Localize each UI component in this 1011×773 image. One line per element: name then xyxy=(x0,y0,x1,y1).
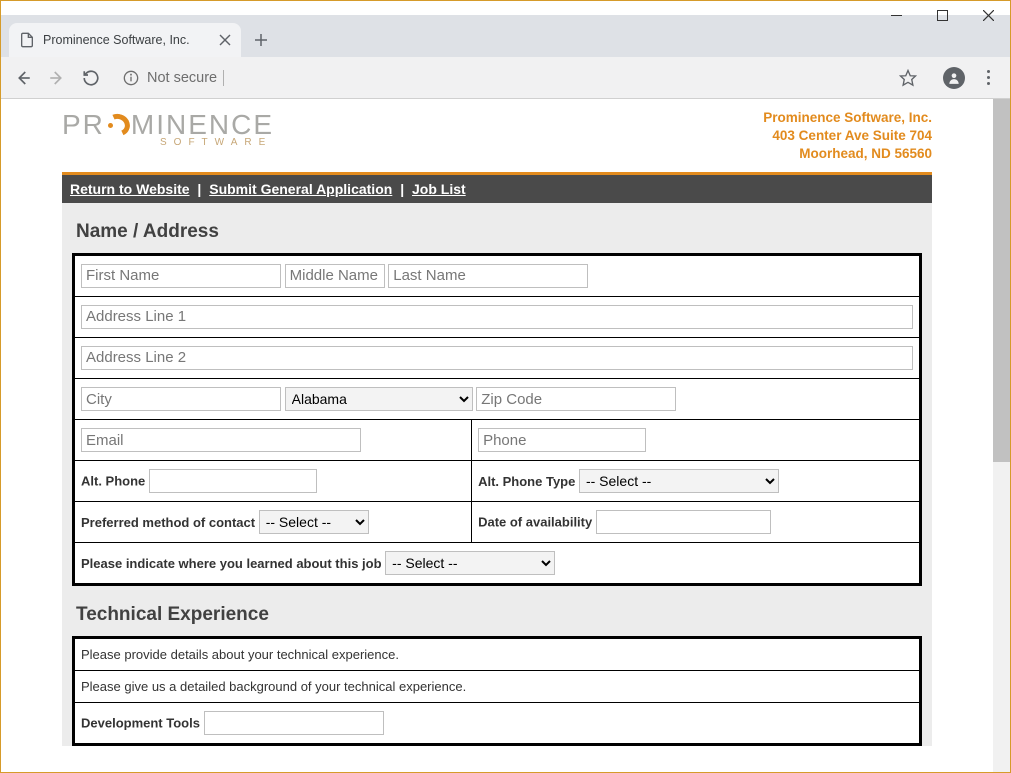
address2-input[interactable] xyxy=(81,346,913,370)
logo-subtext: SOFTWARE xyxy=(160,137,272,148)
page-header: PR MINENCE SOFTWARE Prominence Software,… xyxy=(62,99,932,172)
company-logo: PR MINENCE SOFTWARE xyxy=(62,109,274,148)
omnibox-separator xyxy=(223,70,224,86)
alt-phone-type-select[interactable]: -- Select -- xyxy=(579,469,779,493)
forward-button[interactable] xyxy=(43,64,71,92)
back-button[interactable] xyxy=(9,64,37,92)
company-address-line2: Moorhead, ND 56560 xyxy=(763,145,932,163)
link-job-list[interactable]: Job List xyxy=(412,181,466,197)
phone-input[interactable] xyxy=(478,428,646,452)
link-return-to-website[interactable]: Return to Website xyxy=(70,181,190,197)
company-name: Prominence Software, Inc. xyxy=(763,109,932,127)
bookmark-icon[interactable] xyxy=(894,69,922,87)
company-address: Prominence Software, Inc. 403 Center Ave… xyxy=(763,109,932,164)
date-avail-label: Date of availability xyxy=(478,515,592,530)
tab-title: Prominence Software, Inc. xyxy=(43,33,219,47)
address1-input[interactable] xyxy=(81,305,913,329)
middle-name-input[interactable] xyxy=(285,264,385,288)
info-icon[interactable] xyxy=(123,70,139,86)
page-icon xyxy=(19,32,35,48)
profile-icon xyxy=(943,67,965,89)
nav-links-bar: Return to Website | Submit General Appli… xyxy=(62,175,932,203)
last-name-input[interactable] xyxy=(388,264,588,288)
city-input[interactable] xyxy=(81,387,281,411)
page: PR MINENCE SOFTWARE Prominence Software,… xyxy=(1,99,993,772)
scrollbar-thumb[interactable] xyxy=(993,99,1010,462)
separator: | xyxy=(400,181,404,197)
alt-phone-type-label: Alt. Phone Type xyxy=(478,474,575,489)
profile-button[interactable] xyxy=(940,64,968,92)
dev-tools-input[interactable] xyxy=(204,711,384,735)
zip-input[interactable] xyxy=(476,387,676,411)
maximize-button[interactable] xyxy=(919,0,965,30)
titlebar xyxy=(1,1,1010,15)
alt-phone-input[interactable] xyxy=(149,469,317,493)
separator: | xyxy=(197,181,201,197)
technical-hint: Please give us a detailed background of … xyxy=(74,671,921,703)
address-bar[interactable]: Not secure xyxy=(115,63,930,93)
reload-button[interactable] xyxy=(77,64,105,92)
scrollbar-track[interactable] xyxy=(993,99,1010,772)
learned-about-select[interactable]: -- Select -- xyxy=(385,551,555,575)
alt-phone-label: Alt. Phone xyxy=(81,474,145,489)
technical-table: Please provide details about your techni… xyxy=(72,636,922,746)
date-availability-input[interactable] xyxy=(596,510,771,534)
technical-prompt: Please provide details about your techni… xyxy=(74,638,921,671)
minimize-button[interactable] xyxy=(873,0,919,30)
new-tab-button[interactable] xyxy=(247,26,275,54)
logo-swirl-icon xyxy=(106,114,130,136)
browser-menu-button[interactable] xyxy=(974,70,1002,85)
browser-toolbar: Not secure xyxy=(1,57,1010,99)
section-title-technical: Technical Experience xyxy=(76,604,918,626)
name-address-table: Alabama Alt. Phone A xyxy=(72,253,922,587)
security-label: Not secure xyxy=(147,70,217,86)
state-select[interactable]: Alabama xyxy=(285,387,473,411)
logo-text-pre: PR xyxy=(62,109,105,141)
pref-contact-select[interactable]: -- Select -- xyxy=(259,510,369,534)
close-window-button[interactable] xyxy=(965,0,1011,30)
window-controls xyxy=(873,0,1011,30)
tab-strip: Prominence Software, Inc. xyxy=(1,15,1010,57)
section-title-name-address: Name / Address xyxy=(76,221,918,243)
learned-about-label: Please indicate where you learned about … xyxy=(81,556,382,571)
form-area: Name / Address xyxy=(62,203,932,747)
link-submit-general-application[interactable]: Submit General Application xyxy=(209,181,392,197)
email-input[interactable] xyxy=(81,428,361,452)
dev-tools-label: Development Tools xyxy=(81,716,200,731)
company-address-line1: 403 Center Ave Suite 704 xyxy=(763,127,932,145)
first-name-input[interactable] xyxy=(81,264,281,288)
pref-contact-label: Preferred method of contact xyxy=(81,515,255,530)
viewport: PR MINENCE SOFTWARE Prominence Software,… xyxy=(1,99,1010,772)
browser-tab[interactable]: Prominence Software, Inc. xyxy=(9,23,241,57)
close-tab-icon[interactable] xyxy=(219,34,231,46)
